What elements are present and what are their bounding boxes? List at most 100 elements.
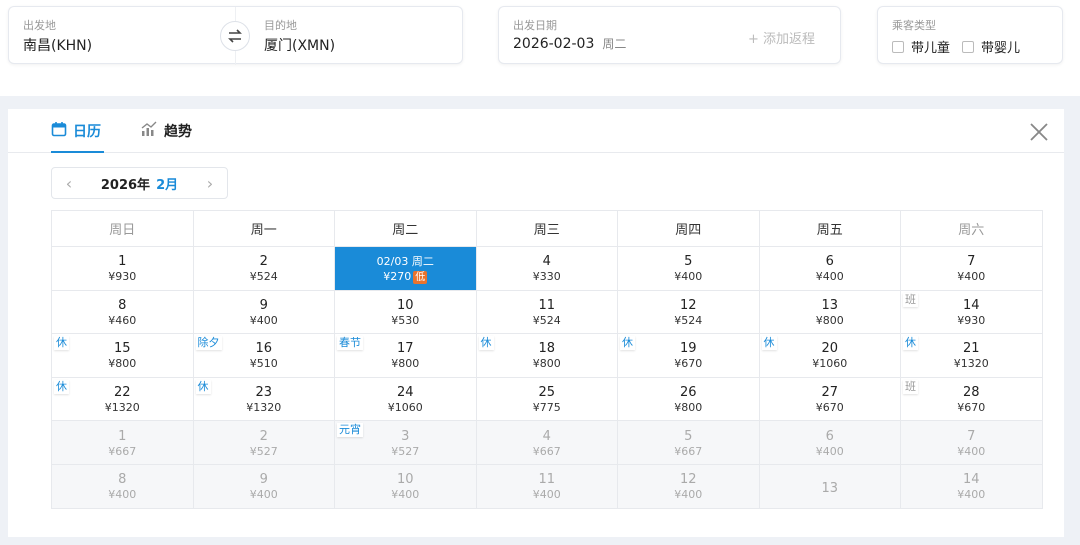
calendar-day[interactable]: 6 ¥400 bbox=[758, 420, 901, 465]
calendar-day[interactable]: 休 20 ¥1060 bbox=[758, 333, 901, 378]
weekday-sun: 周日 bbox=[51, 210, 194, 247]
calendar-day[interactable]: 8 ¥400 bbox=[51, 463, 194, 509]
calendar-day[interactable]: 27 ¥670 bbox=[758, 376, 901, 422]
price-value: ¥1060 bbox=[387, 401, 423, 415]
day-price: ¥460 bbox=[52, 314, 193, 328]
calendar-day[interactable]: 班 28 ¥670 bbox=[900, 376, 1043, 422]
day-number: 23 bbox=[255, 385, 273, 401]
price-value: ¥670 bbox=[674, 357, 703, 371]
date-field[interactable]: 2026-02-03 周二 bbox=[513, 35, 626, 52]
day-price: ¥1320 bbox=[901, 357, 1042, 371]
holiday-tag: 班 bbox=[903, 379, 918, 394]
calendar-week-row: 休 15 ¥800 除夕 16 ¥510 春节 17 ¥800 休 18 ¥800 休 19 ¥670 休 20… bbox=[51, 333, 1043, 378]
day-number: 4 bbox=[542, 254, 551, 270]
calendar-day[interactable]: 9 ¥400 bbox=[192, 289, 335, 335]
calendar-day[interactable]: 除夕 16 ¥510 bbox=[192, 333, 335, 378]
calendar-day[interactable]: 26 ¥800 bbox=[617, 376, 760, 422]
child-option[interactable]: 带儿童 bbox=[892, 37, 950, 56]
calendar-day[interactable]: 休 21 ¥1320 bbox=[900, 333, 1043, 378]
next-month-button[interactable]: › bbox=[203, 174, 217, 193]
calendar-day[interactable]: 12 ¥400 bbox=[617, 463, 760, 509]
calendar-day[interactable]: 6 ¥400 bbox=[758, 246, 901, 291]
swap-button[interactable] bbox=[220, 21, 250, 51]
calendar-day[interactable]: 2 ¥527 bbox=[192, 420, 335, 465]
calendar-day[interactable]: 休 19 ¥670 bbox=[617, 333, 760, 378]
calendar-day[interactable]: 7 ¥400 bbox=[900, 420, 1043, 465]
calendar-day[interactable]: 元宵 3 ¥527 bbox=[334, 420, 477, 465]
day-price: ¥800 bbox=[52, 357, 193, 371]
calendar-day-selected[interactable]: 02/03 周二 ¥270 低 bbox=[334, 246, 477, 291]
calendar-day[interactable]: 7 ¥400 bbox=[900, 246, 1043, 291]
calendar-day[interactable]: 13 ¥800 bbox=[758, 289, 901, 335]
from-field[interactable]: 南昌(KHN) bbox=[23, 35, 92, 55]
price-value: ¥270 bbox=[383, 270, 412, 284]
calendar-day[interactable]: 4 ¥330 bbox=[475, 246, 618, 291]
day-number: 7 bbox=[967, 428, 976, 444]
calendar-day[interactable]: 2 ¥524 bbox=[192, 246, 335, 291]
calendar-day[interactable]: 11 ¥400 bbox=[475, 463, 618, 509]
calendar-day[interactable]: 5 ¥400 bbox=[617, 246, 760, 291]
day-price: ¥400 bbox=[901, 270, 1042, 284]
child-checkbox[interactable] bbox=[892, 40, 904, 53]
price-value: ¥930 bbox=[957, 313, 986, 327]
day-number: 11 bbox=[538, 297, 556, 313]
day-price: ¥400 bbox=[618, 270, 759, 284]
calendar-day[interactable]: 班 14 ¥930 bbox=[900, 289, 1043, 335]
date-weekday: 周二 bbox=[602, 37, 627, 51]
infant-option[interactable]: 带婴儿 bbox=[962, 37, 1020, 56]
day-number: 14 bbox=[962, 297, 980, 313]
calendar-day[interactable]: 14 ¥400 bbox=[900, 463, 1043, 509]
calendar-day[interactable]: 休 22 ¥1320 bbox=[51, 376, 194, 422]
day-number: 20 bbox=[821, 341, 839, 357]
search-bar: 出发地 南昌(KHN) 目的地 厦门(XMN) 出发日期 2026-02-03 周… bbox=[0, 0, 1080, 96]
close-button[interactable] bbox=[1028, 121, 1050, 143]
calendar-day[interactable]: 5 ¥667 bbox=[617, 420, 760, 465]
passenger-label: 乘客类型 bbox=[892, 19, 936, 32]
calendar-day[interactable]: 10 ¥530 bbox=[334, 289, 477, 335]
day-number: 11 bbox=[538, 472, 556, 488]
price-value: ¥1320 bbox=[953, 357, 989, 371]
calendar-day[interactable]: 休 23 ¥1320 bbox=[192, 376, 335, 422]
calendar-day[interactable]: 4 ¥667 bbox=[475, 420, 618, 465]
calendar-day[interactable]: 1 ¥667 bbox=[51, 420, 194, 465]
day-price: ¥670 bbox=[618, 357, 759, 371]
price-value: ¥400 bbox=[815, 444, 844, 458]
calendar-day[interactable]: 11 ¥524 bbox=[475, 289, 618, 335]
date-card[interactable]: 出发日期 2026-02-03 周二 + 添加返程 bbox=[498, 6, 841, 64]
day-price: ¥775 bbox=[477, 401, 618, 415]
price-value: ¥400 bbox=[957, 444, 986, 458]
calendar-day[interactable]: 1 ¥930 bbox=[51, 246, 194, 291]
prev-month-button[interactable]: ‹ bbox=[62, 174, 76, 193]
calendar-day[interactable]: 25 ¥775 bbox=[475, 376, 618, 422]
price-value: ¥1060 bbox=[812, 357, 848, 371]
price-value: ¥800 bbox=[674, 401, 703, 415]
day-number: 5 bbox=[684, 428, 693, 444]
calendar-day[interactable]: 春节 17 ¥800 bbox=[334, 333, 477, 378]
tab-trend[interactable]: 趋势 bbox=[141, 121, 201, 153]
price-value: ¥930 bbox=[108, 270, 137, 284]
add-return-button[interactable]: + 添加返程 bbox=[748, 28, 815, 47]
infant-checkbox[interactable] bbox=[962, 40, 975, 53]
day-price: ¥400 bbox=[901, 445, 1042, 459]
day-number: 28 bbox=[962, 385, 980, 401]
calendar-day[interactable]: 12 ¥524 bbox=[617, 289, 760, 335]
year-label: 2026年 bbox=[100, 177, 151, 193]
calendar-day[interactable]: 休 18 ¥800 bbox=[475, 333, 618, 378]
day-number: 19 bbox=[679, 341, 697, 357]
price-value: ¥400 bbox=[957, 488, 986, 502]
calendar-day[interactable]: 9 ¥400 bbox=[192, 463, 335, 509]
day-number: 21 bbox=[962, 341, 980, 357]
price-value: ¥400 bbox=[249, 488, 278, 502]
calendar-day[interactable]: 8 ¥460 bbox=[51, 289, 194, 335]
calendar-day[interactable]: 休 15 ¥800 bbox=[51, 333, 194, 378]
calendar-day[interactable]: 24 ¥1060 bbox=[334, 376, 477, 422]
calendar-day[interactable]: 13 bbox=[758, 463, 901, 509]
holiday-tag: 休 bbox=[478, 336, 494, 351]
tab-calendar[interactable]: 日历 bbox=[51, 121, 104, 153]
to-field[interactable]: 厦门(XMN) bbox=[264, 35, 335, 55]
calendar-day[interactable]: 10 ¥400 bbox=[334, 463, 477, 509]
calendar-week-row: 8 ¥460 9 ¥400 10 ¥530 11 ¥524 12 ¥524 13 ¥800 班 14 ¥93… bbox=[51, 289, 1043, 335]
holiday-tag: 休 bbox=[903, 336, 918, 351]
tab-bar: 日历 趋势 bbox=[8, 109, 1064, 153]
day-number: 1 bbox=[118, 254, 127, 270]
